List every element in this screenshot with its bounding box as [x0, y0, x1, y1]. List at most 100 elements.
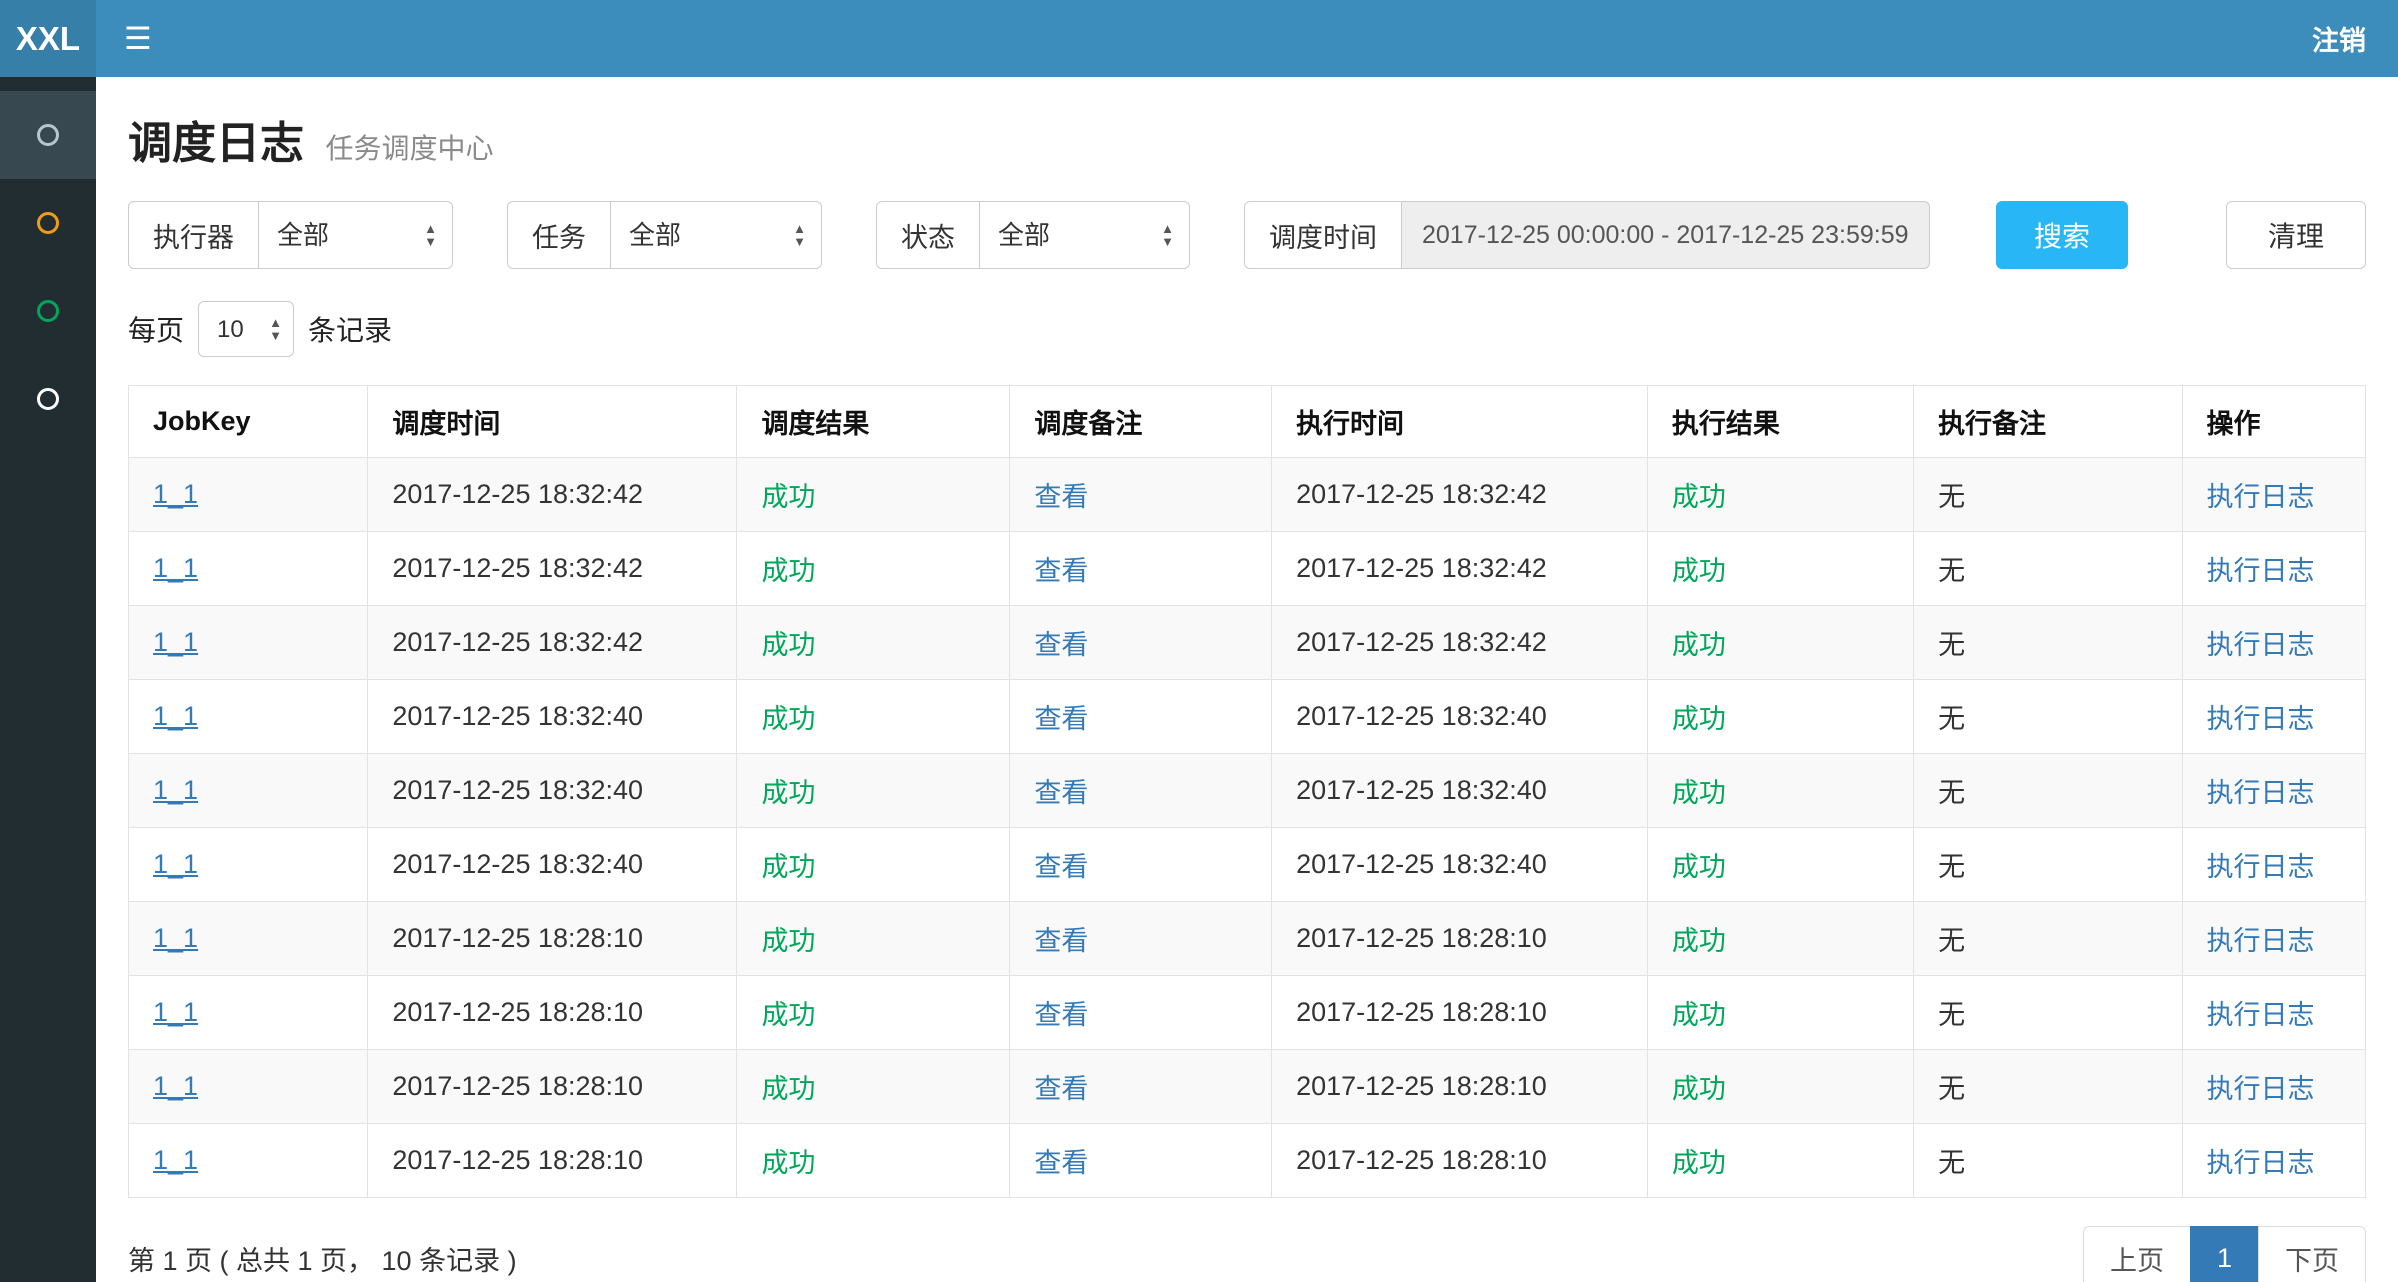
execution-log-link[interactable]: 执行日志 [2207, 630, 2315, 660]
trigger-time-value: 2017-12-25 18:28:10 [392, 997, 643, 1027]
cell-action: 执行日志 [2182, 902, 2366, 976]
job-id-link[interactable]: 1_1 [153, 849, 198, 879]
view-trigger-msg-link[interactable]: 查看 [1034, 1000, 1088, 1030]
view-trigger-msg-link[interactable]: 查看 [1034, 778, 1088, 808]
cell-handle-time: 2017-12-25 18:28:10 [1272, 902, 1648, 976]
job-id-link[interactable]: 1_1 [153, 701, 198, 731]
view-trigger-msg-link[interactable]: 查看 [1034, 852, 1088, 882]
sidebar-item-3[interactable] [0, 267, 96, 355]
cell-trigger-time: 2017-12-25 18:32:40 [368, 754, 737, 828]
view-trigger-msg-link[interactable]: 查看 [1034, 1148, 1088, 1178]
app-logo[interactable]: XXL [0, 0, 96, 77]
execution-log-link[interactable]: 执行日志 [2207, 482, 2315, 512]
page-size-bar: 每页 10 ▲▼ 条记录 [128, 301, 2366, 357]
status-select[interactable]: 全部 [980, 201, 1190, 269]
job-id-link[interactable]: 1_1 [153, 775, 198, 805]
prev-page-button[interactable]: 上页 [2083, 1226, 2191, 1282]
cell-trigger-time: 2017-12-25 18:28:10 [368, 1050, 737, 1124]
execution-log-link[interactable]: 执行日志 [2207, 926, 2315, 956]
cell-action: 执行日志 [2182, 1050, 2366, 1124]
job-id-link[interactable]: 1_1 [153, 1071, 198, 1101]
trigger-time-value: 2017-12-25 18:32:40 [392, 775, 643, 805]
sidebar-item-2[interactable] [0, 179, 96, 267]
trigger-result-value: 成功 [761, 556, 815, 586]
sidebar-item-1[interactable] [0, 91, 96, 179]
cell-jobkey: 1_1 [129, 458, 368, 532]
execution-log-link[interactable]: 执行日志 [2207, 778, 2315, 808]
job-id-link[interactable]: 1_1 [153, 1145, 198, 1175]
cell-handle-msg: 无 [1914, 606, 2182, 680]
trigger-time-value: 2017-12-25 18:32:42 [392, 627, 643, 657]
handle-result-value: 成功 [1672, 852, 1726, 882]
trigger-result-value: 成功 [761, 704, 815, 734]
circle-outline-icon [37, 212, 59, 234]
sidebar-item-4[interactable] [0, 355, 96, 443]
handle-result-value: 成功 [1672, 1148, 1726, 1178]
job-select[interactable]: 全部 [611, 201, 822, 269]
clear-button[interactable]: 清理 [2226, 201, 2366, 269]
handle-time-value: 2017-12-25 18:32:40 [1296, 701, 1547, 731]
cell-trigger-msg: 查看 [1010, 754, 1272, 828]
next-page-button[interactable]: 下页 [2258, 1226, 2366, 1282]
handle-msg-value: 无 [1938, 1148, 1965, 1178]
table-row: 1_1 2017-12-25 18:32:40 成功 查看 2017-12-25… [129, 754, 2366, 828]
cell-handle-msg: 无 [1914, 458, 2182, 532]
handle-time-value: 2017-12-25 18:28:10 [1296, 997, 1547, 1027]
handle-time-value: 2017-12-25 18:32:42 [1296, 479, 1547, 509]
cell-trigger-result: 成功 [737, 1050, 1010, 1124]
cell-handle-msg: 无 [1914, 1050, 2182, 1124]
trigger-time-range-input[interactable] [1402, 201, 1930, 269]
execution-log-link[interactable]: 执行日志 [2207, 852, 2315, 882]
log-table-body: 1_1 2017-12-25 18:32:42 成功 查看 2017-12-25… [129, 458, 2366, 1198]
handle-msg-value: 无 [1938, 1074, 1965, 1104]
page-size-select[interactable]: 10 [198, 301, 294, 357]
view-trigger-msg-link[interactable]: 查看 [1034, 704, 1088, 734]
cell-trigger-result: 成功 [737, 828, 1010, 902]
cell-trigger-time: 2017-12-25 18:28:10 [368, 976, 737, 1050]
cell-trigger-result: 成功 [737, 680, 1010, 754]
cell-handle-msg: 无 [1914, 1124, 2182, 1198]
job-id-link[interactable]: 1_1 [153, 997, 198, 1027]
handle-msg-value: 无 [1938, 1000, 1965, 1030]
view-trigger-msg-link[interactable]: 查看 [1034, 926, 1088, 956]
executor-select[interactable]: 全部 [259, 201, 453, 269]
execution-log-link[interactable]: 执行日志 [2207, 1074, 2315, 1104]
handle-result-value: 成功 [1672, 1000, 1726, 1030]
status-filter-group: 状态 全部 ▲▼ [876, 201, 1190, 269]
job-id-link[interactable]: 1_1 [153, 479, 198, 509]
cell-jobkey: 1_1 [129, 828, 368, 902]
cell-action: 执行日志 [2182, 754, 2366, 828]
view-trigger-msg-link[interactable]: 查看 [1034, 630, 1088, 660]
cell-action: 执行日志 [2182, 976, 2366, 1050]
top-navbar: XXL ☰ 注销 [0, 0, 2398, 77]
table-row: 1_1 2017-12-25 18:32:40 成功 查看 2017-12-25… [129, 680, 2366, 754]
view-trigger-msg-link[interactable]: 查看 [1034, 556, 1088, 586]
trigger-time-value: 2017-12-25 18:32:42 [392, 479, 643, 509]
job-id-link[interactable]: 1_1 [153, 627, 198, 657]
cell-handle-result: 成功 [1647, 1050, 1913, 1124]
trigger-result-value: 成功 [761, 1074, 815, 1104]
handle-msg-value: 无 [1938, 482, 1965, 512]
view-trigger-msg-link[interactable]: 查看 [1034, 482, 1088, 512]
sidebar-toggle-button[interactable]: ☰ [96, 0, 180, 77]
logout-link[interactable]: 注销 [2280, 0, 2398, 77]
sidebar [0, 77, 96, 1282]
cell-handle-result: 成功 [1647, 902, 1913, 976]
view-trigger-msg-link[interactable]: 查看 [1034, 1074, 1088, 1104]
job-id-link[interactable]: 1_1 [153, 923, 198, 953]
cell-handle-result: 成功 [1647, 680, 1913, 754]
execution-log-link[interactable]: 执行日志 [2207, 1000, 2315, 1030]
circle-outline-icon [37, 388, 59, 410]
job-id-link[interactable]: 1_1 [153, 553, 198, 583]
cell-trigger-msg: 查看 [1010, 458, 1272, 532]
execution-log-link[interactable]: 执行日志 [2207, 1148, 2315, 1178]
content-area: 调度日志 任务调度中心 执行器 全部 ▲▼ 任务 全部 ▲ [96, 77, 2398, 1282]
cell-handle-time: 2017-12-25 18:32:42 [1272, 458, 1648, 532]
page-1-button[interactable]: 1 [2190, 1226, 2259, 1282]
column-header-5: 执行时间 [1272, 386, 1648, 458]
search-button[interactable]: 搜索 [1996, 201, 2128, 269]
column-header-4: 调度备注 [1010, 386, 1272, 458]
execution-log-link[interactable]: 执行日志 [2207, 704, 2315, 734]
execution-log-link[interactable]: 执行日志 [2207, 556, 2315, 586]
table-row: 1_1 2017-12-25 18:28:10 成功 查看 2017-12-25… [129, 902, 2366, 976]
